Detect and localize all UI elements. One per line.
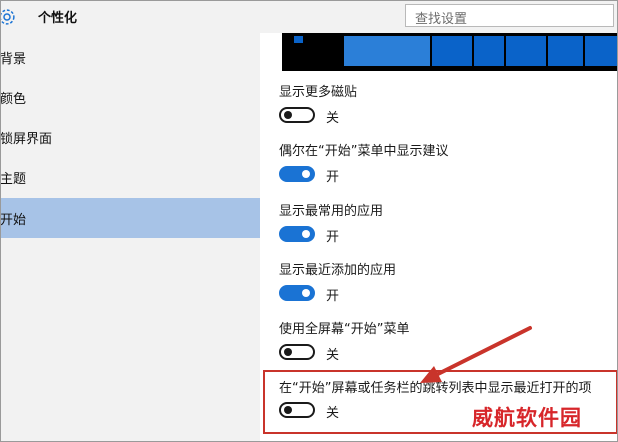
window-border	[0, 0, 618, 442]
